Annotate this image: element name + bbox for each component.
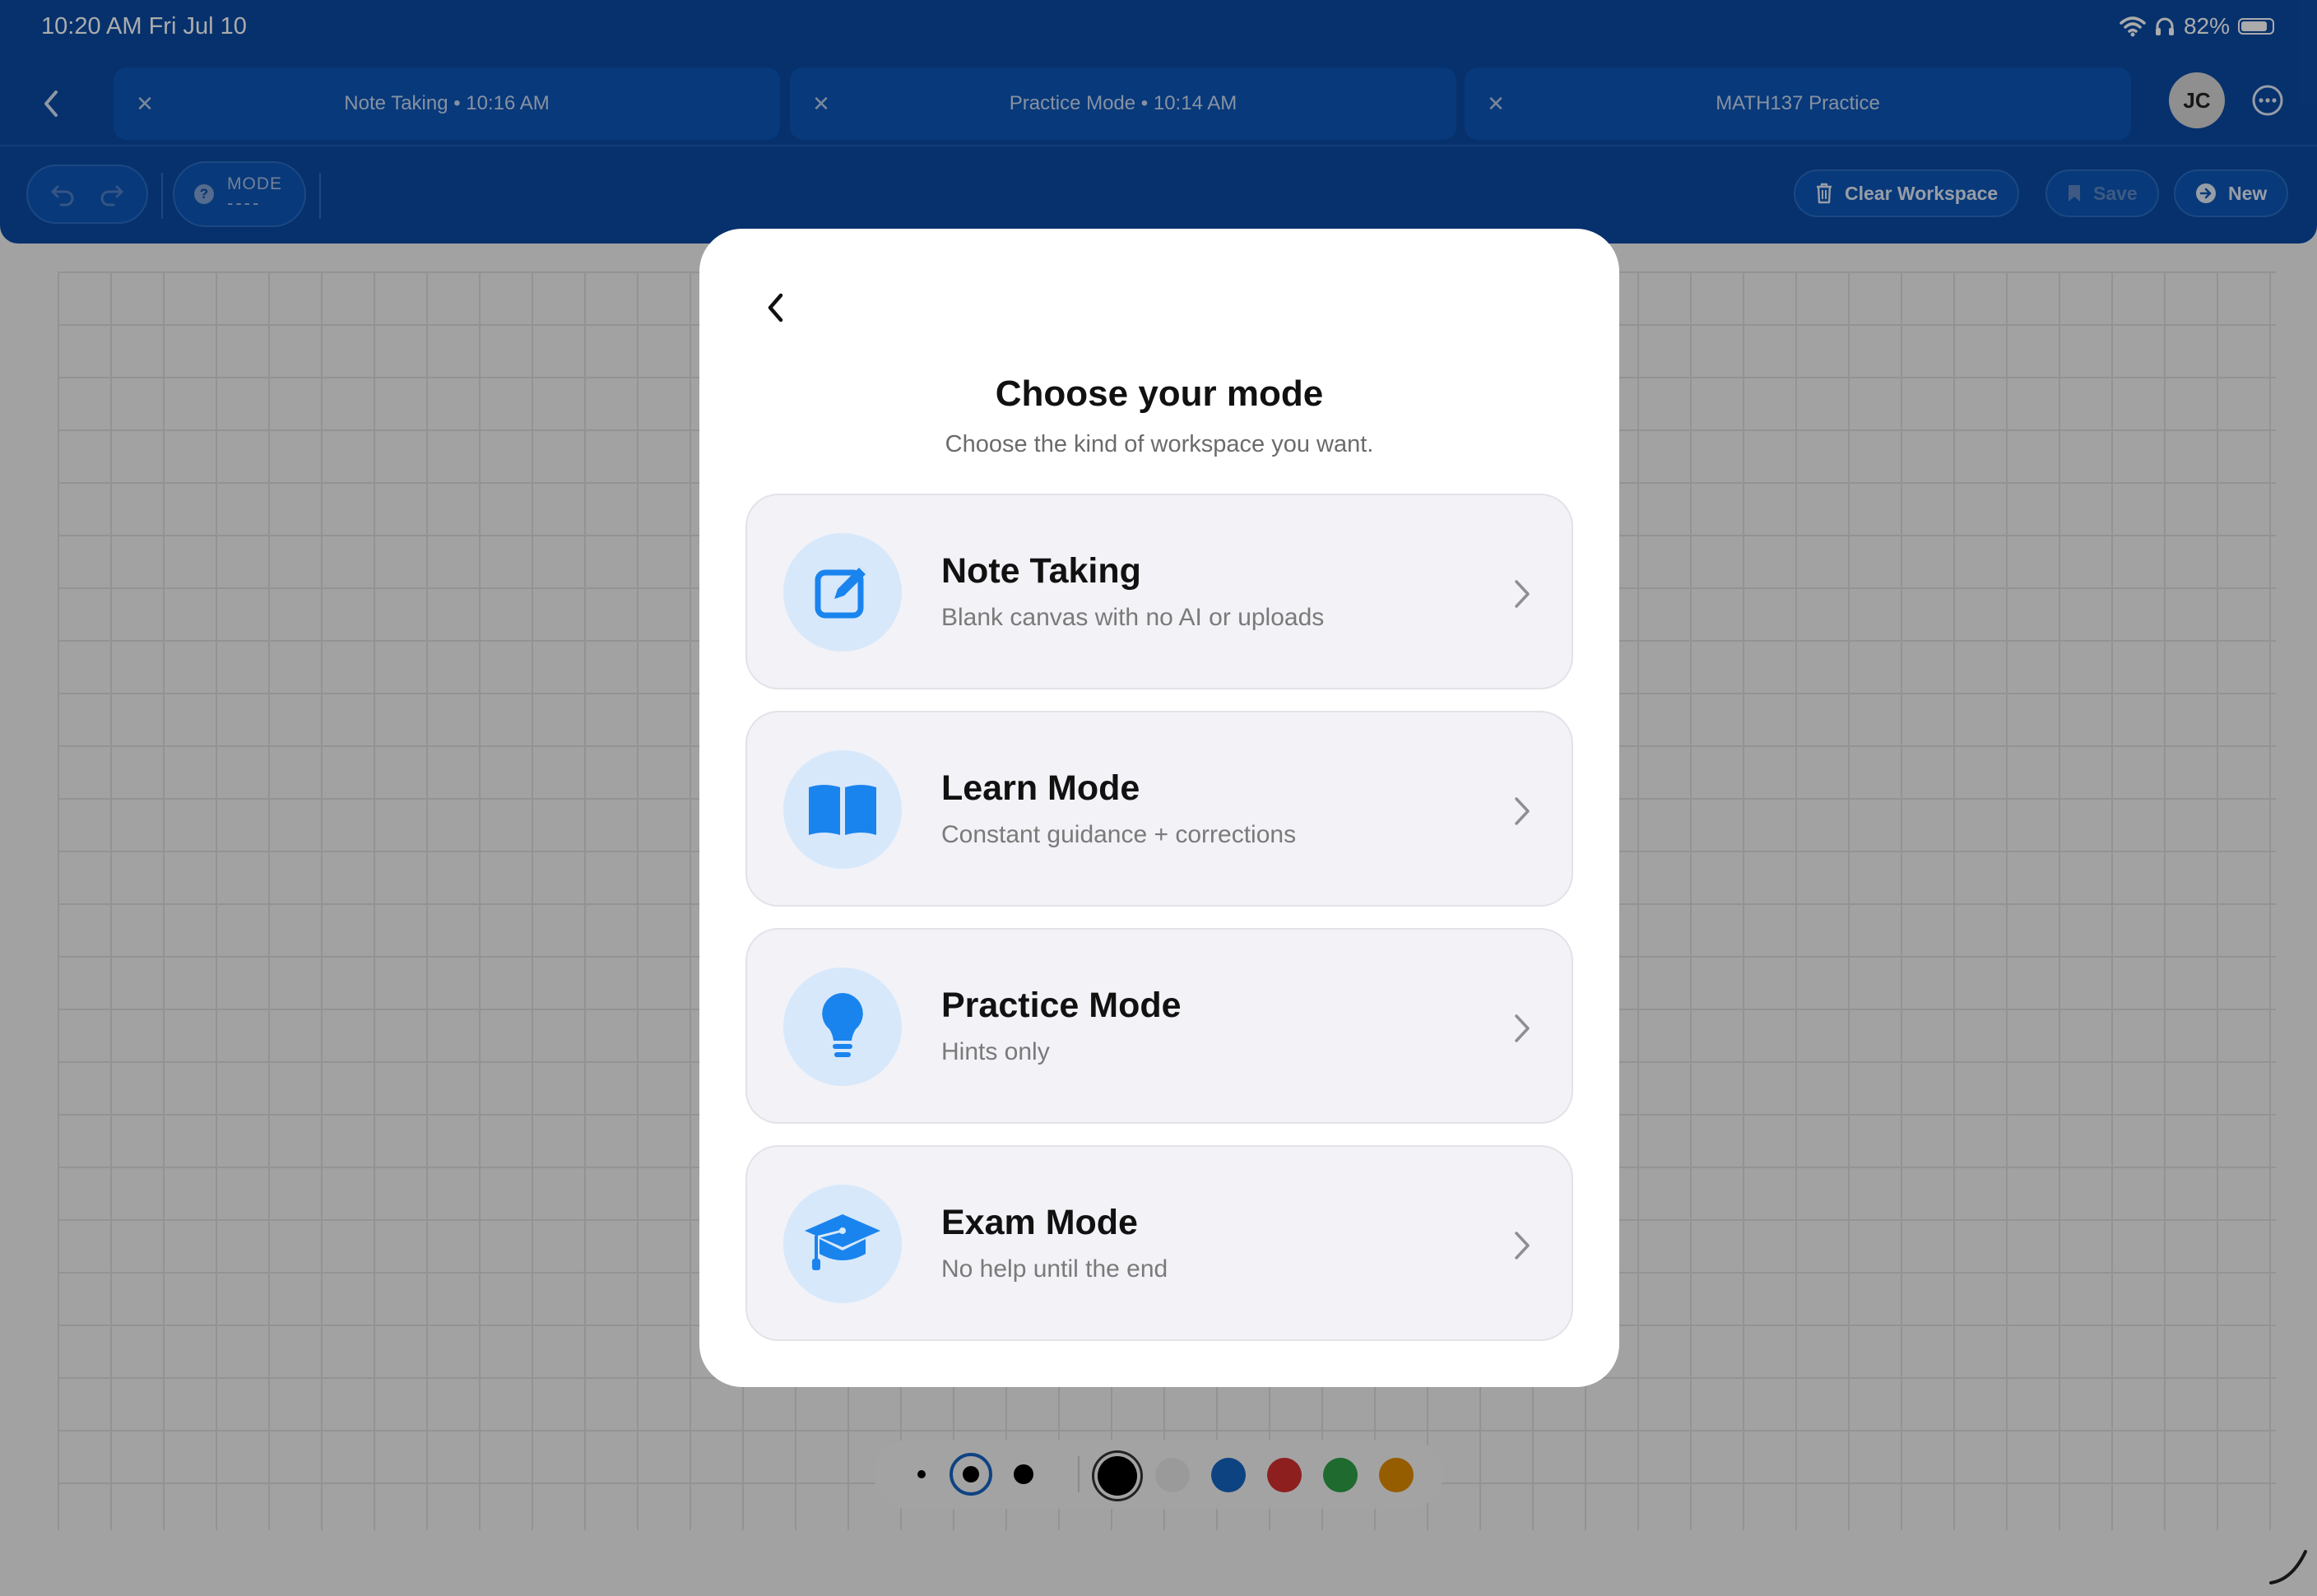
option-icon-circle <box>783 967 902 1086</box>
option-icon-circle <box>783 1185 902 1303</box>
option-description: No help until the end <box>941 1255 1168 1283</box>
option-icon-circle <box>783 533 902 652</box>
chevron-left-icon <box>768 293 783 322</box>
option-title: Exam Mode <box>941 1203 1138 1242</box>
mode-option-exam-mode[interactable]: Exam Mode No help until the end <box>745 1145 1573 1341</box>
dialog-back-button[interactable] <box>754 286 796 329</box>
chevron-right-icon <box>1506 1009 1539 1048</box>
book-icon <box>809 785 876 835</box>
lightbulb-icon <box>822 993 863 1057</box>
edit-icon <box>815 563 871 619</box>
option-description: Blank canvas with no AI or uploads <box>941 604 1325 631</box>
dialog-subtitle: Choose the kind of workspace you want. <box>945 431 1374 457</box>
choose-mode-dialog: Choose your mode Choose the kind of work… <box>699 229 1619 1387</box>
mode-option-note-taking[interactable]: Note Taking Blank canvas with no AI or u… <box>745 494 1573 689</box>
option-title: Practice Mode <box>941 986 1182 1025</box>
dialog-title: Choose your mode <box>995 373 1324 414</box>
mode-option-learn-mode[interactable]: Learn Mode Constant guidance + correctio… <box>745 711 1573 907</box>
option-title: Learn Mode <box>941 768 1140 808</box>
mode-option-practice-mode[interactable]: Practice Mode Hints only <box>745 928 1573 1124</box>
option-icon-circle <box>783 750 902 869</box>
option-description: Hints only <box>941 1038 1050 1065</box>
chevron-right-icon <box>1506 574 1539 614</box>
graduation-cap-icon <box>805 1214 880 1270</box>
option-description: Constant guidance + corrections <box>941 821 1297 848</box>
chevron-right-icon <box>1506 1226 1539 1265</box>
option-title: Note Taking <box>941 551 1141 591</box>
chevron-right-icon <box>1506 791 1539 831</box>
